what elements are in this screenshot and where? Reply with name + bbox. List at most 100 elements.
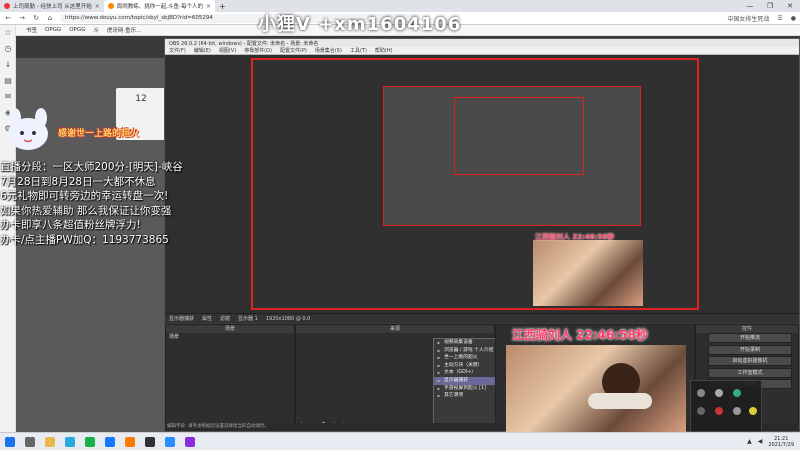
start-streaming-button[interactable]: 开始推流 xyxy=(708,333,792,343)
bookmark-item[interactable]: 虎牙网·鱼乐... xyxy=(107,26,142,34)
douyu-icon[interactable] xyxy=(125,436,135,447)
wechat-icon[interactable] xyxy=(85,436,95,447)
search-icon[interactable] xyxy=(25,436,35,447)
extensions-icon[interactable]: ☰ xyxy=(777,15,782,22)
filters-button[interactable]: 滤镜 xyxy=(220,315,230,322)
app-icon[interactable] xyxy=(165,436,175,447)
studio-mode-button[interactable]: 工作室模式 xyxy=(708,367,792,378)
obs-menu-bar: 文件(F) 编辑(E) 视图(V) 停靠部件(D) 配置文件(P) 场景集合(S… xyxy=(165,47,799,55)
scenes-header: 场景 xyxy=(166,325,294,333)
obs-title-bar: OBS 26.0.2 (64-bit, windows) - 配置文件: 未命名… xyxy=(165,39,799,47)
profile-icon[interactable]: ● xyxy=(791,15,796,22)
watermark-text: 小狸V +xm1604106 xyxy=(258,14,462,35)
close-icon[interactable]: × xyxy=(206,3,211,10)
reload-icon[interactable]: ↻ xyxy=(32,14,40,22)
browser-tab-2[interactable]: 周闹教练、挑你一起,斗鱼-每个人的 × xyxy=(103,0,216,12)
folder-icon[interactable] xyxy=(45,436,55,447)
maximize-button[interactable]: ❐ xyxy=(760,0,780,12)
quick-launcher xyxy=(690,380,762,432)
star-icon[interactable]: ☆ xyxy=(0,25,16,41)
overlay-line: 7月28日到8月28日一大都不休息 xyxy=(0,175,156,188)
site-favicon-icon xyxy=(107,3,114,9)
record-icon[interactable] xyxy=(715,407,723,415)
browser-icon[interactable] xyxy=(65,436,75,447)
menu-tools[interactable]: 工具(T) xyxy=(350,47,367,54)
download-icon[interactable]: ↓ xyxy=(0,57,16,73)
source-name: 显示器捕获 xyxy=(169,316,195,322)
browser-toolbar-right: 中国女排生死战 ☰ ● xyxy=(727,12,796,25)
close-window-button[interactable]: ✕ xyxy=(780,0,800,12)
mic-icon[interactable] xyxy=(697,389,705,397)
gear-icon[interactable] xyxy=(733,407,741,415)
url-text: https://www.douyu.com/topic/sbyl_sbjBD?r… xyxy=(65,15,213,21)
overlay-line: 办卡即享八条超值粉丝牌浮力! xyxy=(0,219,141,231)
back-icon[interactable]: ← xyxy=(4,14,12,22)
preview-canvas[interactable]: 江西骑刘人 22:46:58秒 xyxy=(251,58,699,310)
start-icon[interactable] xyxy=(5,436,15,447)
tab-label: 周闹教练、挑你一起,斗鱼-每个人的 xyxy=(116,4,203,10)
virtual-camera-button[interactable]: 启动虚拟摄像机 xyxy=(708,356,792,366)
controls-header: 控件 xyxy=(696,325,798,333)
new-tab-button[interactable]: + xyxy=(215,2,230,11)
menu-view[interactable]: 视图(V) xyxy=(219,47,236,54)
windows-taskbar xyxy=(0,432,800,450)
history-icon[interactable]: ◷ xyxy=(0,41,16,57)
obs-preview[interactable]: 江西骑刘人 22:46:58秒 xyxy=(165,55,799,313)
scene-item[interactable]: 场景 xyxy=(166,333,294,341)
mascot-icon xyxy=(8,108,48,150)
home-icon[interactable]: ⌂ xyxy=(46,14,54,22)
menu-help[interactable]: 帮助(H) xyxy=(375,47,393,54)
chat-icon[interactable]: ✉ xyxy=(0,89,16,105)
menu-file[interactable]: 文件(F) xyxy=(169,47,186,54)
sources-panel: 来源 + − ⚙ ∧ ∨ 视频采集设备 浏览器 / 游戏 个人介绍 世一上路的超… xyxy=(295,324,517,431)
search-hint[interactable]: 中国女排生死战 xyxy=(727,14,769,23)
menu-edit[interactable]: 编辑(E) xyxy=(194,47,211,54)
cam-banner-small: 江西骑刘人 22:46:58秒 xyxy=(535,233,615,241)
scenes-panel: 场景 场景 + − ∧ ∨ xyxy=(165,324,295,431)
monitor-icon[interactable] xyxy=(697,407,705,415)
app-icon[interactable] xyxy=(733,389,741,397)
clock-date: 2021/7/29 xyxy=(768,441,794,448)
webcam-thumbnail xyxy=(533,240,643,306)
tab-label: 上司局勤 - 经快上司 从这里开始 xyxy=(13,4,92,10)
overlay-line: 办卡/点主播PW加Q：1193773865 xyxy=(0,233,169,246)
nested-preview xyxy=(383,86,641,226)
system-tray: ▲ ◀ 21:21 2021/7/29 xyxy=(747,433,794,450)
forward-icon[interactable]: → xyxy=(18,14,26,22)
overlay-line: 直播分段：一区大师200分-[明天]-峡谷 xyxy=(0,161,183,173)
menu-docks[interactable]: 停靠部件(D) xyxy=(244,47,272,54)
obs-title: OBS 26.0.2 (64-bit, windows) - 配置文件: 未命名… xyxy=(169,40,319,47)
bookmark-item[interactable]: 斗 xyxy=(93,26,99,34)
browser-tab-1[interactable]: 上司局勤 - 经快上司 从这里开始 × xyxy=(0,0,104,12)
bookmark-item[interactable]: OPGG xyxy=(45,27,61,33)
overlay-line: 6元礼物即可转旁边的幸运转盘一次! xyxy=(0,190,169,202)
network-icon[interactable]: ▲ xyxy=(747,438,752,445)
mascot-caption: 感谢世一上路的超火 xyxy=(58,129,140,139)
card-number: 12 xyxy=(135,94,147,104)
overlay-line: 如果你热爱辅助 那么我保证让你变强 xyxy=(0,204,172,217)
qq-icon[interactable] xyxy=(105,436,115,447)
properties-button[interactable]: 属性 xyxy=(202,315,212,322)
obs-source-toolbar: 显示器捕获 属性 滤镜 显示器 1 1920x1080 @ 0,0 xyxy=(165,313,799,323)
volume-icon[interactable]: ◀ xyxy=(758,438,763,445)
photoshop-icon[interactable] xyxy=(185,436,195,447)
webcam-overlay xyxy=(506,345,686,432)
minimize-button[interactable]: — xyxy=(740,0,760,12)
display-select[interactable]: 显示器 1 xyxy=(238,315,258,322)
status-text: 编辑字段: 请考虑根据您设置选择恰当的自动调优。 xyxy=(167,424,269,429)
clock[interactable]: 21:21 2021/7/29 xyxy=(768,436,794,448)
resolution-label: 1920x1080 @ 0,0 xyxy=(265,315,311,322)
bookmark-item[interactable]: OPGG xyxy=(69,27,85,33)
obs-window: OBS 26.0.2 (64-bit, windows) - 配置文件: 未命名… xyxy=(164,38,800,432)
menu-scene-collection[interactable]: 场景集合(S) xyxy=(315,47,342,54)
obs-icon[interactable] xyxy=(145,436,155,447)
camera-icon[interactable] xyxy=(715,389,723,397)
notes-icon[interactable]: ▤ xyxy=(0,73,16,89)
stream-info-overlay: 直播分段：一区大师200分-[明天]-峡谷 7月28日到8月28日一大都不休息 … xyxy=(0,160,183,247)
bookmark-item[interactable]: 书签 xyxy=(26,26,37,34)
menu-profile[interactable]: 配置文件(P) xyxy=(280,47,307,54)
emoji-icon[interactable] xyxy=(749,407,757,415)
close-icon[interactable]: × xyxy=(95,3,100,10)
start-recording-button[interactable]: 开始录制 xyxy=(708,344,792,355)
sources-header: 来源 xyxy=(296,325,494,333)
